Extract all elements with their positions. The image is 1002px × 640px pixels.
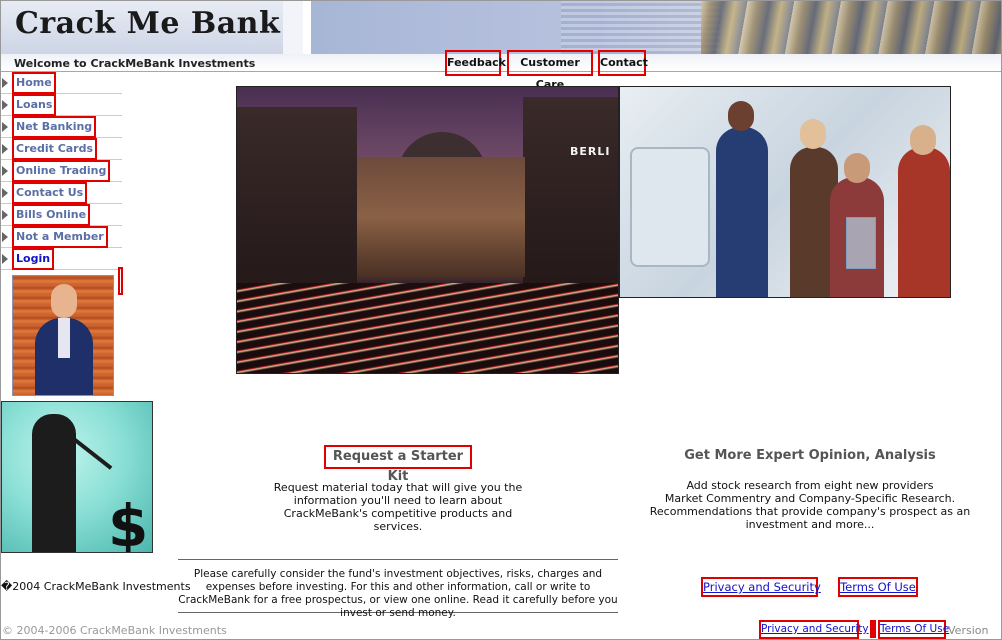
customer-care-link[interactable]: Customer Care (507, 50, 593, 91)
businessman-photo (12, 275, 114, 396)
header-banner: Crack Me Bank (1, 0, 1001, 54)
nav-label[interactable]: Online Trading (12, 160, 111, 182)
pickaxe-shape (73, 438, 113, 470)
terms-of-use-link[interactable]: Terms Of Use (838, 577, 918, 597)
expert-opinion-text: Add stock research from eight new provid… (628, 479, 992, 531)
text-cursor-marker (870, 620, 876, 638)
paris-opera-photo: BERLI (236, 86, 619, 374)
team-meeting-photo (619, 86, 951, 298)
starter-kit-text: Request material today that will give yo… (273, 481, 523, 533)
nav-label[interactable]: Contact Us (12, 182, 88, 204)
nav-label[interactable]: Login (12, 248, 55, 270)
photo-person-head (844, 153, 870, 183)
footer-privacy-link[interactable]: Privacy and Security (759, 620, 869, 639)
footer-copyright: © 2004-2006 CrackMeBank Investments (2, 624, 227, 637)
nav-item-bills-online[interactable]: Bills Online (0, 204, 122, 226)
nav-item-home[interactable]: Home (0, 72, 122, 94)
expert-line-2: Market Commentry and Company-Specific Re… (649, 492, 971, 531)
footer-terms-link[interactable]: Terms Of Use (878, 620, 949, 639)
investment-disclaimer: Please carefully consider the fund's inv… (178, 559, 618, 619)
expert-opinion-heading: Get More Expert Opinion, Analysis (684, 448, 936, 463)
contact-link[interactable]: Contact (598, 50, 648, 76)
photo-monitor (630, 147, 710, 267)
photo-light-trails (237, 283, 618, 373)
photo-person (898, 147, 950, 297)
nav-label[interactable]: Loans (12, 94, 57, 116)
nav-item-not-a-member[interactable]: Not a Member (0, 226, 122, 248)
nav-label[interactable]: Bills Online (12, 204, 91, 226)
nav-item-credit-cards[interactable]: Credit Cards (0, 138, 122, 160)
arrow-right-icon (2, 144, 8, 154)
nav-item-login[interactable]: Login (0, 248, 122, 270)
nav-label[interactable]: Not a Member (12, 226, 108, 248)
expert-line-1: Add stock research from eight new provid… (686, 479, 934, 492)
feedback-link[interactable]: Feedback (445, 50, 506, 76)
arrow-right-icon (2, 232, 8, 242)
nav-item-loans[interactable]: Loans (0, 94, 122, 116)
arrow-right-icon (2, 122, 8, 132)
nav-label[interactable]: Home (12, 72, 56, 94)
photo-person (716, 127, 768, 297)
photo-person-head (728, 101, 754, 131)
bank-logo-title: Crack Me Bank (15, 6, 281, 41)
arrow-right-icon (2, 188, 8, 198)
version-label: Version 5.0 (948, 624, 989, 640)
nav-item-contact-us[interactable]: Contact Us (0, 182, 122, 204)
nav-item-online-trading[interactable]: Online Trading (0, 160, 122, 182)
arrow-right-icon (2, 210, 8, 220)
nav-item-net-banking[interactable]: Net Banking (0, 116, 122, 138)
photo-head (51, 284, 77, 318)
silhouette-figure (32, 414, 76, 552)
arrow-right-icon (2, 254, 8, 264)
dollar-icon: $ (108, 492, 149, 553)
sidebar-nav: Home Loans Net Banking Credit Cards Onli… (0, 72, 122, 270)
arrow-right-icon (2, 166, 8, 176)
photo-person-head (800, 119, 826, 149)
header-pattern (561, 0, 721, 54)
photo-sign-text: BERLI (570, 145, 611, 158)
arrow-right-icon (2, 78, 8, 88)
nav-label[interactable]: Net Banking (12, 116, 97, 138)
coins-image (701, 0, 1001, 54)
text-cursor-marker (118, 267, 123, 295)
arrow-right-icon (2, 100, 8, 110)
photo-person-head (910, 125, 936, 155)
copyright-text: �2004 CrackMeBank Investments (1, 580, 191, 593)
photo-opera-house (357, 157, 525, 277)
photo-glass (846, 217, 876, 269)
header-stripe (283, 0, 303, 54)
starter-kit-link[interactable]: Request a Starter Kit (324, 445, 472, 484)
photo-shirt (58, 318, 70, 358)
silhouette-dollar-photo: $ (1, 401, 153, 553)
privacy-security-link[interactable]: Privacy and Security (701, 577, 821, 597)
nav-label[interactable]: Credit Cards (12, 138, 98, 160)
welcome-text: Welcome to CrackMeBank Investments (14, 57, 256, 70)
